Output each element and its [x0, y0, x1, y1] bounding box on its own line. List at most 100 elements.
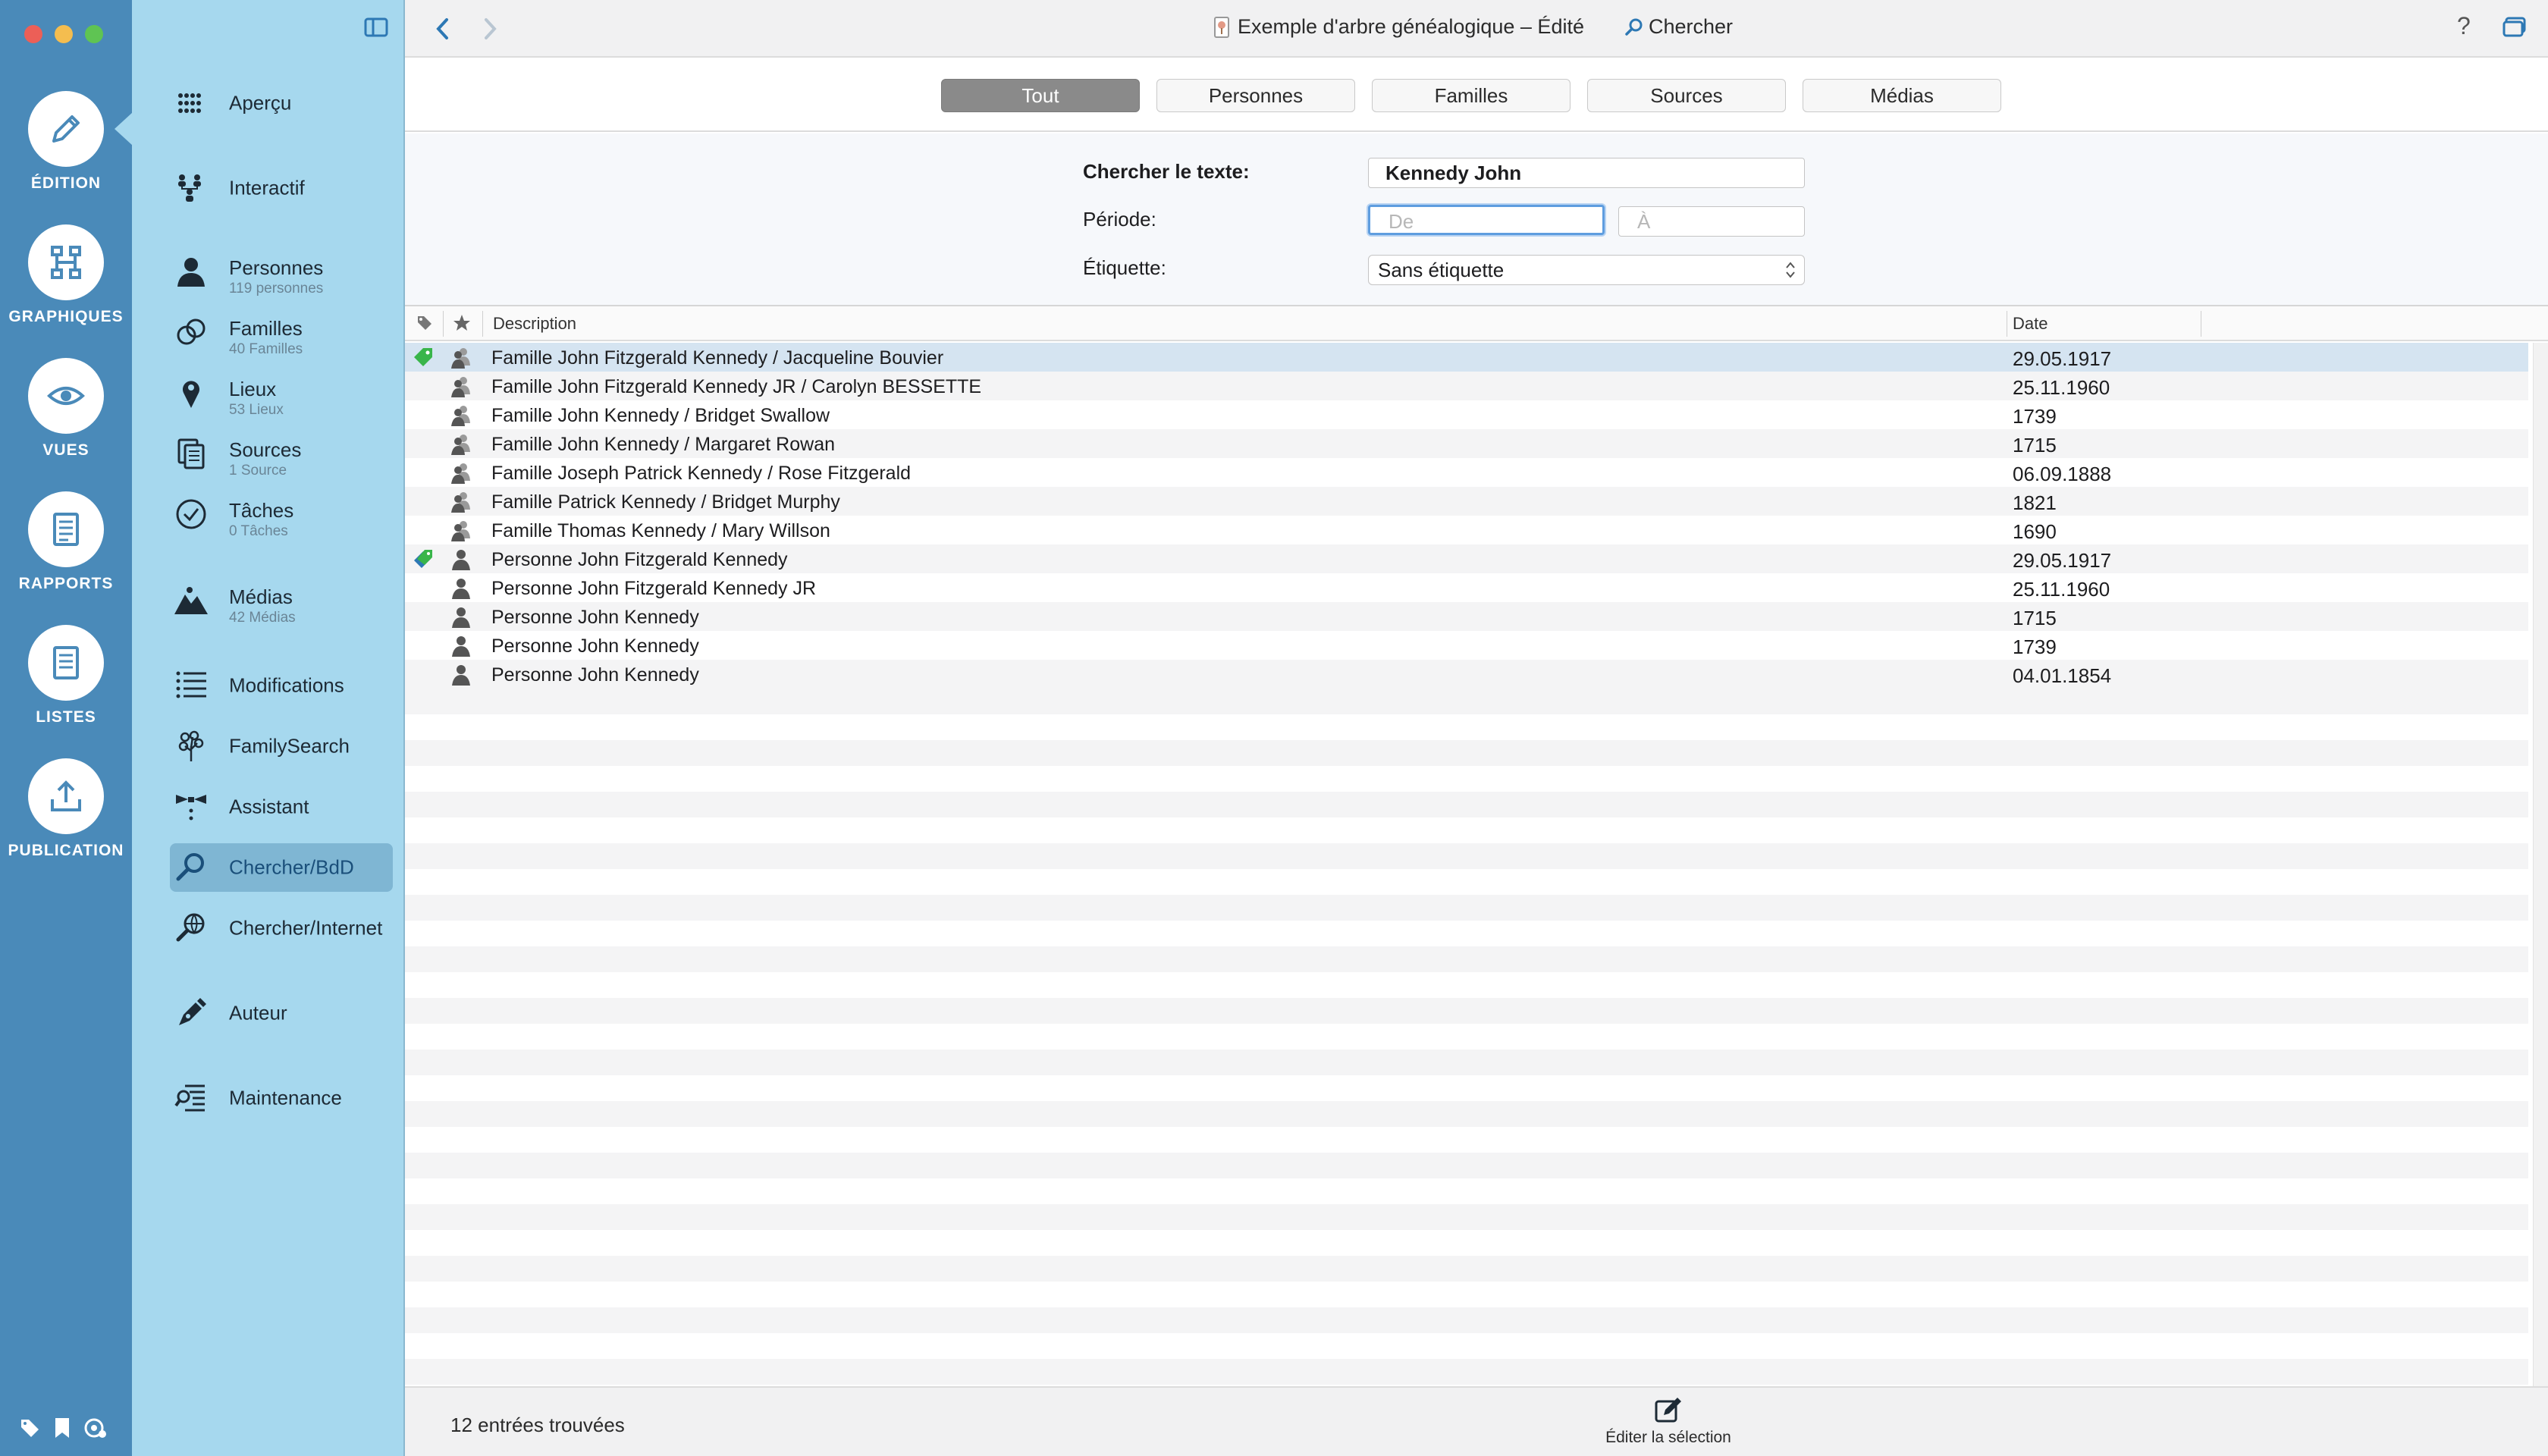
- description-column-header[interactable]: Description: [493, 314, 576, 334]
- table-row[interactable]: Famille Thomas Kennedy / Mary Willson 169…: [405, 516, 2528, 544]
- sidebar-item-label: Assistant: [229, 795, 309, 818]
- main-pane: Exemple d'arbre généalogique – Édité Che…: [405, 0, 2548, 1456]
- sidebar-item-assistant[interactable]: Assistant: [170, 783, 393, 831]
- row-description: Personne John Fitzgerald Kennedy JR: [491, 578, 817, 599]
- active-mode-caret: [115, 112, 133, 146]
- row-date: 25.11.1960: [2013, 578, 2110, 601]
- results-count: 12 entrées trouvées: [450, 1414, 625, 1436]
- family-icon: [449, 346, 473, 370]
- pin-icon: [170, 372, 212, 414]
- period-to-input[interactable]: À: [1618, 206, 1805, 237]
- window-mode-icon[interactable]: [2502, 17, 2527, 38]
- tag-select[interactable]: Sans étiquette: [1368, 255, 1805, 285]
- mode-label: GRAPHIQUES: [8, 308, 124, 325]
- sidebar-item-apercu[interactable]: Aperçu: [170, 79, 393, 127]
- close-window-button[interactable]: [24, 25, 42, 43]
- period-label: Période:: [1083, 208, 1156, 231]
- sidebar-item-medias[interactable]: Médias 42 Médias: [170, 576, 393, 626]
- sidebar-item-lieux[interactable]: Lieux 53 Lieux: [170, 369, 393, 418]
- sidebar-toggle-icon[interactable]: [364, 17, 388, 38]
- table-row[interactable]: Personne John Fitzgerald Kennedy JR 25.11…: [405, 573, 2528, 602]
- search-text-input[interactable]: Kennedy John: [1368, 158, 1805, 188]
- sidebar-item-label: Aperçu: [229, 91, 292, 115]
- table-row[interactable]: Famille John Fitzgerald Kennedy JR / Car…: [405, 372, 2528, 400]
- tag-column-icon[interactable]: [416, 314, 434, 332]
- sidebar-item-interactif[interactable]: Interactif: [170, 164, 393, 212]
- mode-listes[interactable]: LISTES: [0, 625, 132, 758]
- table-row[interactable]: Famille Patrick Kennedy / Bridget Murphy…: [405, 487, 2528, 516]
- help-button[interactable]: ?: [2457, 12, 2471, 40]
- table-row[interactable]: Personne John Fitzgerald Kennedy 29.05.19…: [405, 544, 2528, 573]
- globe-search-icon: [170, 907, 212, 949]
- tab-sources[interactable]: Sources: [1587, 79, 1786, 112]
- vertical-scrollbar[interactable]: [2533, 343, 2548, 1386]
- table-row[interactable]: Personne John Kennedy 1715: [405, 602, 2528, 631]
- sidebar-item-personnes[interactable]: Personnes 119 personnes: [170, 247, 393, 297]
- table-header: Description Date: [405, 306, 2548, 341]
- mode-label: ÉDITION: [30, 174, 102, 192]
- tree-people-icon: [170, 167, 212, 209]
- sidebar-item-label: Sources: [229, 438, 302, 461]
- family-icon: [449, 432, 473, 457]
- table-row[interactable]: Famille John Kennedy / Bridget Swallow 17…: [405, 400, 2528, 429]
- mode-label: RAPPORTS: [18, 575, 114, 592]
- sidebar-item-label: Maintenance: [229, 1086, 342, 1109]
- upload-icon: [28, 758, 104, 834]
- tab-familles[interactable]: Familles: [1372, 79, 1571, 112]
- sidebar-item-count: 1 Source: [229, 463, 287, 479]
- row-date: 29.05.1917: [2013, 549, 2112, 572]
- table-row[interactable]: Famille John Kennedy / Margaret Rowan 171…: [405, 429, 2528, 458]
- tab-medias[interactable]: Médias: [1803, 79, 2001, 112]
- sidebar-item-maintenance[interactable]: Maintenance: [170, 1074, 393, 1122]
- family-icon: [449, 461, 473, 485]
- edit-selection-button[interactable]: Éditer la sélection: [1577, 1395, 1759, 1447]
- pen-nib-icon: [170, 992, 212, 1034]
- row-description: Personne John Kennedy: [491, 664, 699, 686]
- sidebar-item-auteur[interactable]: Auteur: [170, 989, 393, 1037]
- bowtie-icon: [170, 786, 212, 828]
- tag-icon[interactable]: [18, 1417, 41, 1439]
- tab-personnes[interactable]: Personnes: [1156, 79, 1355, 112]
- sidebar-item-label: Interactif: [229, 176, 305, 199]
- sidebar-item-modifications[interactable]: Modifications: [170, 661, 393, 710]
- bookmark-icon[interactable]: [53, 1417, 71, 1439]
- edit-selection-label: Éditer la sélection: [1605, 1429, 1731, 1446]
- family-icon: [449, 403, 473, 428]
- star-column-icon[interactable]: [452, 313, 472, 333]
- title-bar: Exemple d'arbre généalogique – Édité Che…: [405, 0, 2548, 58]
- rings-icon: [170, 311, 212, 353]
- forward-button[interactable]: [475, 14, 505, 44]
- family-icon: [449, 490, 473, 514]
- table-row[interactable]: Famille Joseph Patrick Kennedy / Rose Fi…: [405, 458, 2528, 487]
- mode-graphiques[interactable]: GRAPHIQUES: [0, 224, 132, 358]
- date-column-header[interactable]: Date: [2013, 314, 2048, 334]
- minimize-window-button[interactable]: [55, 25, 73, 43]
- sidebar-item-taches[interactable]: Tâches 0 Tâches: [170, 490, 393, 539]
- mode-vues[interactable]: VUES: [0, 358, 132, 491]
- row-description: Personne John Kennedy: [491, 635, 699, 657]
- sidebar-item-familles[interactable]: Familles 40 Familles: [170, 308, 393, 357]
- mode-label: PUBLICATION: [8, 842, 124, 859]
- sidebar-item-chercher-bdd[interactable]: Chercher/BdD: [170, 843, 393, 892]
- mode-rapports[interactable]: RAPPORTS: [0, 491, 132, 625]
- period-from-input[interactable]: De: [1368, 205, 1605, 235]
- maintenance-icon: [170, 1077, 212, 1119]
- person-icon: [449, 576, 473, 601]
- back-button[interactable]: [428, 14, 458, 44]
- sources-icon: [170, 432, 212, 475]
- toolbar-search-button[interactable]: Chercher: [1624, 15, 1733, 39]
- sidebar-item-familysearch[interactable]: FamilySearch: [170, 722, 393, 770]
- sidebar-item-chercher-internet[interactable]: Chercher/Internet: [170, 904, 393, 952]
- sidebar-item-label: FamilySearch: [229, 734, 350, 758]
- tab-tout[interactable]: Tout: [941, 79, 1140, 112]
- sync-icon[interactable]: [83, 1417, 108, 1439]
- table-row[interactable]: Personne John Kennedy 04.01.1854: [405, 660, 2528, 689]
- mode-publication[interactable]: PUBLICATION: [0, 758, 132, 892]
- tag-label: Étiquette:: [1083, 256, 1166, 279]
- row-description: Famille John Fitzgerald Kennedy / Jacque…: [491, 347, 944, 369]
- sidebar-item-sources[interactable]: Sources 1 Source: [170, 429, 393, 479]
- mode-edition[interactable]: ÉDITION: [0, 91, 133, 224]
- table-row[interactable]: Personne John Kennedy 1739: [405, 631, 2528, 660]
- table-row[interactable]: Famille John Fitzgerald Kennedy / Jacque…: [405, 343, 2528, 372]
- zoom-window-button[interactable]: [85, 25, 103, 43]
